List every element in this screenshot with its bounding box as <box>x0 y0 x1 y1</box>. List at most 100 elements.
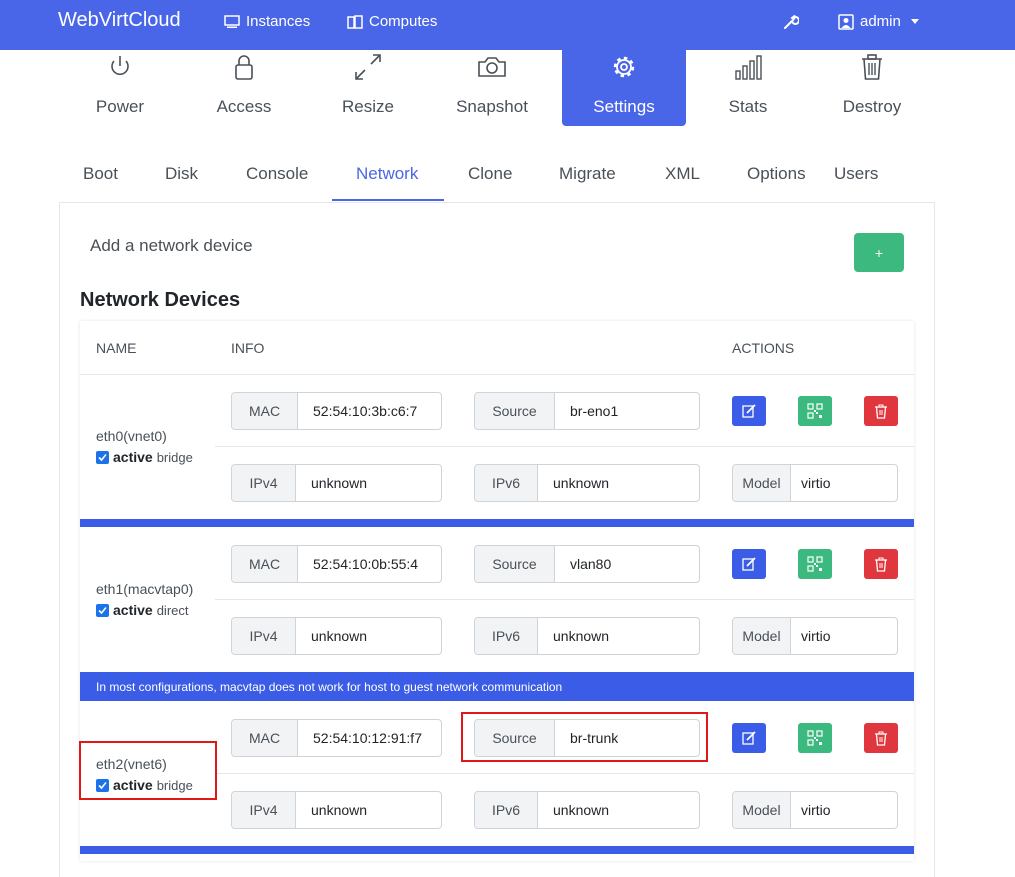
action-stats[interactable]: Stats <box>686 50 810 126</box>
ipv4-prefix: IPv4 <box>232 618 296 654</box>
mac-prefix: MAC <box>232 720 298 756</box>
ipv4-field[interactable]: IPv4 unknown <box>231 464 442 502</box>
device-separator <box>80 846 914 854</box>
instance-actions: Power Access Resize Snapshot Settings St… <box>58 50 934 130</box>
brand-logo[interactable]: WebVirtCloud <box>58 9 181 32</box>
action-access[interactable]: Access <box>182 50 306 126</box>
section-title: Network Devices <box>80 289 241 311</box>
macvtap-note: In most configurations, macvtap does not… <box>80 672 914 701</box>
ipv4-field[interactable]: IPv4 unknown <box>231 791 442 829</box>
mac-value: 52:54:10:12:91:f7 <box>313 730 422 746</box>
mac-field[interactable]: MAC 52:54:10:0b:55:4 <box>231 545 442 583</box>
ipv6-prefix: IPv6 <box>475 618 538 654</box>
edit-button[interactable] <box>732 396 766 426</box>
delete-button[interactable] <box>864 396 898 426</box>
row-divider <box>215 446 914 447</box>
action-settings-label: Settings <box>593 97 655 116</box>
qrcode-icon <box>807 556 823 572</box>
action-stats-label: Stats <box>728 97 768 116</box>
header-info: INFO <box>231 340 265 356</box>
ipv4-value: unknown <box>311 628 368 644</box>
qrcode-icon <box>807 730 823 746</box>
qr-button[interactable] <box>798 396 832 426</box>
highlight-device-name <box>79 741 217 800</box>
action-snapshot[interactable]: Snapshot <box>430 50 554 126</box>
add-network-button[interactable]: + <box>854 233 904 272</box>
settings-tabs: Boot Disk Console Network Clone Migrate … <box>58 152 934 202</box>
model-field[interactable]: Model virtio <box>732 617 898 655</box>
nav-computes[interactable]: Computes <box>347 13 437 30</box>
tab-xml[interactable]: XML <box>665 164 700 184</box>
user-name: admin <box>860 13 901 30</box>
ipv4-prefix: IPv4 <box>232 792 296 828</box>
ipv6-prefix: IPv6 <box>475 465 538 501</box>
mac-value: 52:54:10:3b:c6:7 <box>313 403 418 419</box>
edit-button[interactable] <box>732 723 766 753</box>
ipv6-prefix: IPv6 <box>475 792 538 828</box>
tab-options[interactable]: Options <box>747 164 806 184</box>
ipv6-value: unknown <box>553 802 610 818</box>
row-divider <box>215 773 914 774</box>
ipv4-field[interactable]: IPv4 unknown <box>231 617 442 655</box>
action-destroy-label: Destroy <box>842 97 902 116</box>
tab-network[interactable]: Network <box>356 164 418 184</box>
device-type: bridge <box>156 449 193 465</box>
edit-icon <box>742 731 756 745</box>
model-prefix: Model <box>733 465 791 501</box>
nav-instances[interactable]: Instances <box>224 13 310 30</box>
active-label: active <box>113 602 153 618</box>
delete-button[interactable] <box>864 723 898 753</box>
tab-boot[interactable]: Boot <box>83 164 118 184</box>
tab-clone[interactable]: Clone <box>468 164 512 184</box>
source-field[interactable]: Source br-eno1 <box>474 392 700 430</box>
user-icon <box>838 13 854 30</box>
device-name: eth0(vnet0) <box>96 428 167 444</box>
highlight-source-field <box>461 712 708 762</box>
ipv6-value: unknown <box>553 628 610 644</box>
source-value: vlan80 <box>570 556 612 572</box>
device-status: active bridge <box>96 449 193 465</box>
tab-console[interactable]: Console <box>246 164 308 184</box>
wrench-icon <box>784 15 799 29</box>
action-power[interactable]: Power <box>58 50 182 126</box>
tab-migrate[interactable]: Migrate <box>559 164 616 184</box>
action-resize[interactable]: Resize <box>306 50 430 126</box>
action-resize-label: Resize <box>342 97 394 116</box>
ipv4-prefix: IPv4 <box>232 465 296 501</box>
ipv6-field[interactable]: IPv6 unknown <box>474 464 700 502</box>
power-icon <box>105 52 135 82</box>
active-tab-indicator <box>332 199 444 201</box>
ipv6-field[interactable]: IPv6 unknown <box>474 617 700 655</box>
mac-field[interactable]: MAC 52:54:10:12:91:f7 <box>231 719 442 757</box>
mac-field[interactable]: MAC 52:54:10:3b:c6:7 <box>231 392 442 430</box>
delete-button[interactable] <box>864 549 898 579</box>
checkbox-checked-icon[interactable] <box>96 450 109 464</box>
gear-icon <box>609 52 639 82</box>
tab-users[interactable]: Users <box>834 164 878 184</box>
edit-button[interactable] <box>732 549 766 579</box>
qr-button[interactable] <box>798 549 832 579</box>
mac-value: 52:54:10:0b:55:4 <box>313 556 419 572</box>
chevron-down-icon <box>910 19 919 24</box>
device-separator <box>80 519 914 527</box>
source-field[interactable]: Source vlan80 <box>474 545 700 583</box>
model-field[interactable]: Model virtio <box>732 791 898 829</box>
ipv4-value: unknown <box>311 475 368 491</box>
monitor-icon <box>224 14 240 28</box>
user-menu[interactable]: admin <box>838 13 919 30</box>
model-value: virtio <box>801 628 831 644</box>
checkbox-checked-icon[interactable] <box>96 603 109 617</box>
ipv6-field[interactable]: IPv6 unknown <box>474 791 700 829</box>
tab-disk[interactable]: Disk <box>165 164 198 184</box>
action-destroy[interactable]: Destroy <box>810 50 934 126</box>
nav-instances-label: Instances <box>246 13 311 30</box>
header-actions: ACTIONS <box>732 340 795 356</box>
qr-button[interactable] <box>798 723 832 753</box>
source-prefix: Source <box>475 546 555 582</box>
header-name: NAME <box>96 340 137 356</box>
resize-icon <box>353 52 383 82</box>
model-field[interactable]: Model virtio <box>732 464 898 502</box>
row-divider <box>215 599 914 600</box>
action-settings[interactable]: Settings <box>562 50 686 126</box>
settings-wrench-button[interactable] <box>783 14 799 30</box>
